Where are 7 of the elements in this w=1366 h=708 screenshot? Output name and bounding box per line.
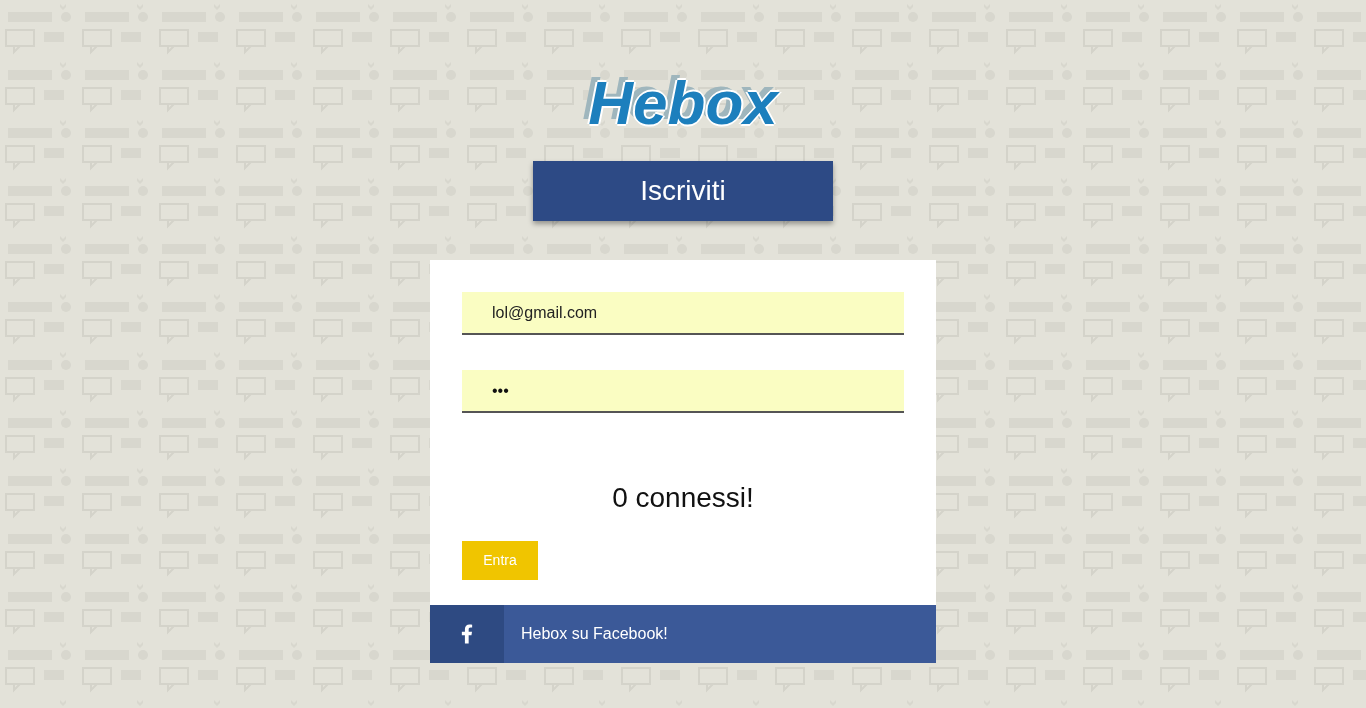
logo: Hebox [588, 68, 778, 138]
signup-button[interactable]: Iscriviti [533, 161, 833, 221]
online-count: 0 connessi! [612, 481, 754, 515]
facebook-link[interactable]: Hebox su Facebook! [430, 605, 936, 663]
email-field[interactable]: lol@gmail.com [462, 292, 904, 335]
password-field[interactable]: ••• [462, 370, 904, 413]
facebook-icon [461, 624, 473, 644]
